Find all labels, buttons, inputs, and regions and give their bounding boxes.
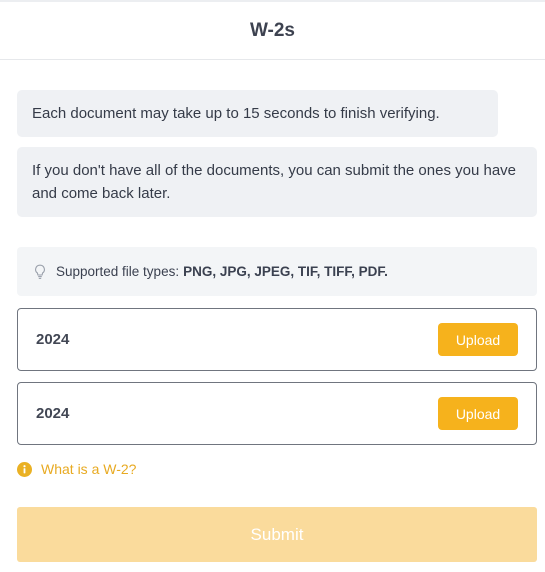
w2-document-row: 2024 Upload (17, 308, 537, 371)
submit-button[interactable]: Submit (17, 507, 537, 562)
upload-button[interactable]: Upload (438, 397, 518, 430)
info-icon (17, 461, 32, 477)
w2-document-row: 2024 Upload (17, 382, 537, 445)
document-year: 2024 (36, 331, 70, 348)
what-is-w2-link[interactable]: What is a W-2? (17, 461, 136, 477)
file-types-label: Supported file types: (56, 264, 180, 279)
document-year: 2024 (36, 405, 70, 422)
page-header: W-2s (0, 2, 545, 60)
supported-file-types-banner: Supported file types: PNG, JPG, JPEG, TI… (17, 247, 537, 296)
partial-submit-notice: If you don't have all of the documents, … (17, 147, 537, 217)
verification-time-notice: Each document may take up to 15 seconds … (17, 90, 498, 137)
file-types-list: PNG, JPG, JPEG, TIF, TIFF, PDF. (183, 264, 388, 279)
lightbulb-icon (34, 264, 46, 280)
upload-button[interactable]: Upload (438, 323, 518, 356)
page-title: W-2s (249, 19, 295, 41)
what-is-w2-label[interactable]: What is a W-2? (41, 461, 136, 477)
